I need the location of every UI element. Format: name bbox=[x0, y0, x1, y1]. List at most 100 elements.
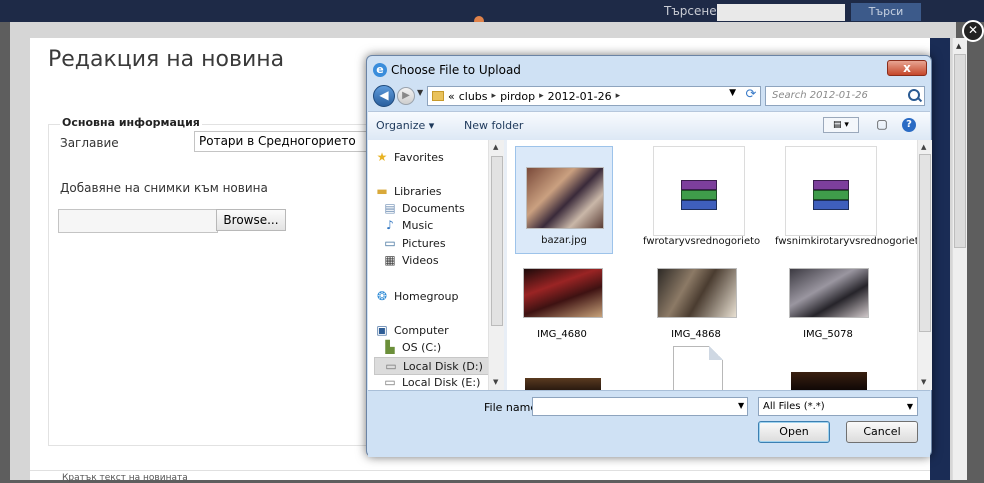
breadcrumb-pirdop[interactable]: pirdop bbox=[500, 90, 535, 103]
scroll-up-arrow-icon[interactable]: ▲ bbox=[493, 143, 498, 151]
search-placeholder: Search 2012-01-26 bbox=[772, 90, 868, 101]
nav-drive-e-label: Local Disk (E:) bbox=[402, 375, 481, 389]
file-name-dropdown-icon[interactable]: ▼ bbox=[738, 401, 744, 410]
file-name-input[interactable] bbox=[532, 397, 748, 416]
open-button[interactable]: Open bbox=[758, 421, 830, 443]
cancel-button[interactable]: Cancel bbox=[846, 421, 918, 443]
computer-icon: ▣ bbox=[376, 323, 388, 337]
help-icon[interactable]: ? bbox=[902, 118, 916, 132]
nav-videos-label: Videos bbox=[402, 253, 439, 267]
change-view-icon[interactable]: ▤ ▾ bbox=[823, 117, 859, 133]
site-search-input[interactable] bbox=[717, 4, 845, 21]
back-arrow-icon[interactable]: ◀ bbox=[373, 85, 395, 107]
file-name: IMG_5078 bbox=[803, 329, 853, 340]
drive-icon: ▭ bbox=[384, 375, 396, 389]
winrar-archive-icon bbox=[681, 180, 717, 210]
nav-computer[interactable]: ▣ Computer bbox=[374, 323, 449, 337]
photos-label: Добавяне на снимки към новина bbox=[60, 181, 268, 195]
navigation-scroll-thumb[interactable] bbox=[491, 156, 503, 326]
refresh-icon[interactable]: ⟳ bbox=[741, 86, 761, 106]
dialog-titlebar: e Choose File to Upload bbox=[373, 62, 521, 78]
file-type-dropdown-icon[interactable]: ▼ bbox=[907, 398, 913, 415]
breadcrumb-separator-icon: ▸ bbox=[539, 91, 544, 101]
nav-music[interactable]: ♪ Music bbox=[382, 218, 433, 232]
navigation-scrollbar[interactable]: ▲ ▼ bbox=[488, 140, 504, 390]
image-thumbnail[interactable] bbox=[789, 268, 869, 318]
file-name: fwsnimkirotaryvsrednogorieto bbox=[775, 236, 917, 247]
nav-favorites[interactable]: ★ Favorites bbox=[374, 150, 444, 164]
document-file-icon[interactable] bbox=[673, 346, 723, 392]
folder-search-input[interactable]: Search 2012-01-26 bbox=[765, 86, 925, 106]
overlay-close-icon[interactable]: ✕ bbox=[962, 20, 984, 42]
file-name: IMG_4680 bbox=[537, 329, 587, 340]
file-type-select[interactable]: All Files (*.*) ▼ bbox=[758, 397, 918, 416]
scroll-up-arrow-icon[interactable]: ▲ bbox=[956, 42, 961, 50]
nav-pictures[interactable]: ▭ Pictures bbox=[382, 236, 446, 250]
page-scrollbar[interactable]: ▲ bbox=[952, 38, 967, 480]
nav-drive-c-label: OS (C:) bbox=[402, 340, 442, 354]
title-input[interactable]: Ротари в Средногорието bbox=[194, 131, 374, 152]
image-thumbnail[interactable] bbox=[791, 372, 867, 390]
file-name: fwrotaryvsrednogorieto bbox=[643, 236, 761, 247]
breadcrumb-separator-icon: ▸ bbox=[491, 91, 497, 101]
forward-arrow-icon[interactable]: ▶ bbox=[397, 87, 415, 105]
nav-drive-d-label: Local Disk (D:) bbox=[403, 359, 483, 373]
breadcrumb-date[interactable]: 2012-01-26 bbox=[548, 90, 612, 103]
address-bar[interactable]: « clubs ▸ pirdop ▸ 2012-01-26 ▸ ▼ bbox=[427, 86, 761, 106]
file-item[interactable]: bazar.jpg bbox=[515, 146, 613, 254]
history-dropdown-icon[interactable]: ▼ bbox=[417, 88, 423, 97]
file-list-scroll-thumb[interactable] bbox=[919, 154, 931, 332]
nav-music-label: Music bbox=[402, 218, 434, 232]
file-item[interactable]: fwrotaryvsrednogorieto bbox=[643, 146, 760, 252]
address-prefix: « bbox=[448, 89, 455, 103]
winrar-archive-icon bbox=[813, 180, 849, 210]
upload-file-field[interactable] bbox=[58, 209, 218, 233]
dialog-toolbar: Organize ▾ New folder ▤ ▾ ▢ ? bbox=[368, 111, 930, 141]
browse-button[interactable]: Browse... bbox=[216, 209, 286, 231]
drive-icon: ▭ bbox=[385, 359, 397, 373]
nav-drive-e[interactable]: ▭ Local Disk (E:) bbox=[382, 375, 480, 389]
file-name: bazar.jpg bbox=[541, 235, 587, 246]
short-text-label: Кратък текст на новината bbox=[62, 473, 188, 483]
scroll-down-arrow-icon[interactable]: ▼ bbox=[493, 378, 498, 386]
nav-documents[interactable]: ▤ Documents bbox=[382, 201, 465, 215]
title-label: Заглавие bbox=[60, 136, 119, 150]
nav-libraries-label: Libraries bbox=[394, 184, 442, 198]
dialog-close-button[interactable]: x bbox=[887, 60, 927, 76]
site-search-button[interactable]: Търси bbox=[851, 3, 921, 21]
nav-drive-d[interactable]: ▭ Local Disk (D:) bbox=[374, 357, 490, 375]
address-dropdown-icon[interactable]: ▼ bbox=[729, 88, 736, 98]
nav-documents-label: Documents bbox=[402, 201, 465, 215]
organize-menu[interactable]: Organize ▾ bbox=[376, 119, 434, 132]
nav-drive-c[interactable]: ▙ OS (C:) bbox=[382, 340, 441, 354]
file-item[interactable]: fwsnimkirotaryvsrednogorieto bbox=[775, 146, 917, 252]
image-thumbnail[interactable] bbox=[657, 268, 737, 318]
scroll-down-arrow-icon[interactable]: ▼ bbox=[921, 378, 926, 386]
music-icon: ♪ bbox=[386, 218, 394, 232]
image-thumbnail[interactable] bbox=[523, 268, 603, 318]
file-name: IMG_4868 bbox=[671, 329, 721, 340]
new-folder-button[interactable]: New folder bbox=[464, 119, 523, 132]
document-icon: ▤ bbox=[384, 201, 396, 215]
breadcrumb-clubs[interactable]: clubs bbox=[459, 90, 488, 103]
search-label: Търсене: bbox=[664, 4, 721, 18]
navigation-row: ◀ ▶ ▼ « clubs ▸ pirdop ▸ 2012-01-26 ▸ ▼ … bbox=[373, 84, 925, 108]
search-icon[interactable] bbox=[908, 89, 920, 101]
nav-homegroup[interactable]: ❂ Homegroup bbox=[374, 289, 458, 303]
basic-info-legend: Основна информация bbox=[60, 116, 202, 129]
homegroup-icon: ❂ bbox=[376, 289, 388, 303]
file-list-scrollbar[interactable]: ▲ ▼ bbox=[917, 140, 932, 390]
ie-icon: e bbox=[373, 63, 387, 77]
image-thumbnail[interactable] bbox=[525, 378, 601, 390]
nav-pictures-label: Pictures bbox=[402, 236, 446, 250]
nav-computer-label: Computer bbox=[394, 323, 449, 337]
nav-videos[interactable]: ▦ Videos bbox=[382, 253, 439, 267]
dialog-footer: File name: ▼ All Files (*.*) ▼ Open Canc… bbox=[368, 390, 930, 457]
page-scroll-thumb[interactable] bbox=[954, 54, 966, 248]
star-icon: ★ bbox=[376, 150, 388, 164]
navigation-pane: ★ Favorites ▬ Libraries ▤ Documents ♪ Mu… bbox=[368, 140, 504, 390]
preview-pane-icon[interactable]: ▢ bbox=[874, 117, 890, 133]
nav-libraries[interactable]: ▬ Libraries bbox=[374, 184, 442, 198]
side-strip bbox=[930, 38, 950, 480]
scroll-up-arrow-icon[interactable]: ▲ bbox=[921, 143, 926, 151]
